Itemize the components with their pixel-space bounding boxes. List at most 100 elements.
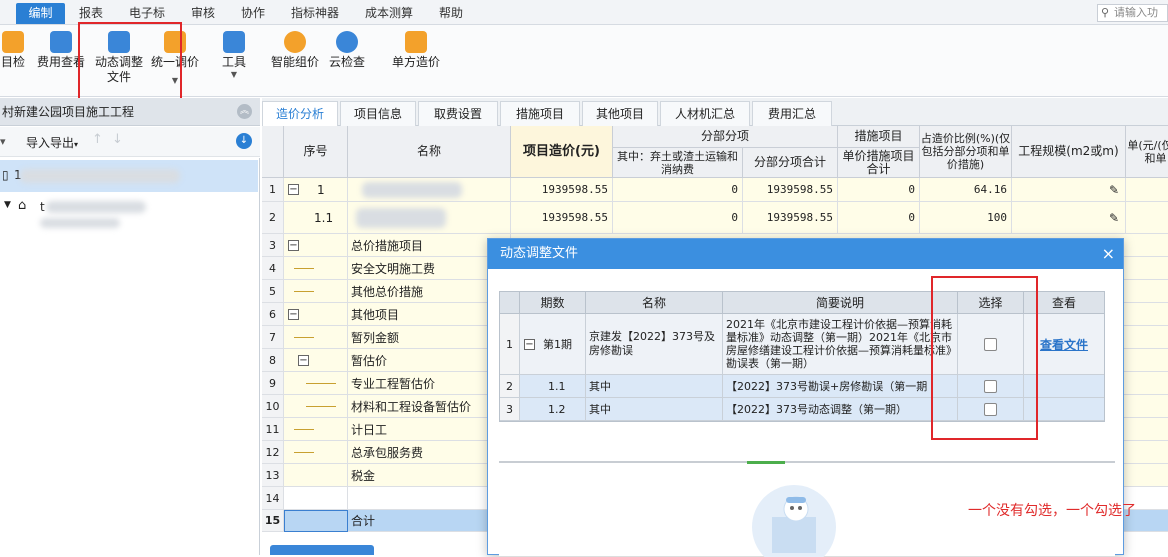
view-file-link[interactable]: 查看文件 (1040, 336, 1088, 353)
chevron-down-icon[interactable]: ▾ (0, 135, 6, 148)
header-sub-total: 分部分项合计 (743, 148, 838, 178)
seq-cell (284, 418, 348, 441)
tab-other-items[interactable]: 其他项目 (582, 101, 658, 126)
desc-cell: 2021年《北京市建设工程计价依据—预算消耗量标准》动态调整（第一期）2021年… (723, 314, 958, 375)
tree-item-project[interactable]: ▯ 1 (0, 160, 258, 192)
desc-cell: 【2022】373号动态调整（第一期） (723, 398, 958, 421)
row-number: 3 (262, 234, 284, 257)
collapse-icon[interactable]: ︽ (237, 104, 252, 119)
dynamic-adjust-label-2: 文件 (106, 70, 131, 84)
download-icon[interactable]: ↓ (236, 133, 252, 149)
header-scale: 工程规模(m2或m) (1012, 126, 1126, 178)
edit-icon[interactable]: ✎ (1109, 183, 1119, 197)
tab-project-info[interactable]: 项目信息 (340, 101, 416, 126)
row-number: 1 (500, 314, 520, 375)
unit-cost-label: 单方造价 (391, 55, 440, 69)
seq-cell (284, 464, 348, 487)
tree-item-unit[interactable]: ▼ ⌂ t (0, 192, 258, 228)
empty-box-illustration (752, 485, 836, 557)
header-view: 查看 (1024, 292, 1104, 314)
select-cell (958, 314, 1024, 375)
measure-cell: 0 (838, 202, 920, 234)
seq-cell: − (284, 234, 348, 257)
chevron-down-icon[interactable]: ▼ (214, 70, 254, 79)
menu-item-review[interactable]: 审核 (184, 3, 222, 24)
measure-cell: 0 (838, 178, 920, 202)
unit-cost-button[interactable]: 单方造价 (388, 31, 444, 70)
dialog-title-bar: 动态调整文件 × (488, 239, 1123, 269)
select-checkbox[interactable] (984, 379, 997, 393)
ratio-cell: 100 (920, 202, 1012, 234)
close-icon[interactable]: × (1102, 239, 1115, 269)
edit-icon[interactable]: ✎ (1109, 211, 1119, 225)
collapse-icon[interactable]: − (524, 338, 535, 350)
table-row[interactable]: 1 −1 1939598.55 0 1939598.55 0 64.16 ✎ (262, 178, 1168, 202)
table-row[interactable]: 2 1.1 1939598.55 0 1939598.55 0 100 ✎ (262, 202, 1168, 234)
period-cell: 1.1 (520, 375, 586, 398)
header-earth-fee: 其中：弃土或渣土运输和消纳费 (613, 148, 743, 178)
scale-cell[interactable]: ✎ (1012, 202, 1126, 234)
seq-cell[interactable] (284, 510, 348, 532)
project-title-bar: 村新建公园项目施工工程 ︽ (0, 98, 260, 126)
view-cell: 查看文件 (1024, 314, 1104, 375)
search-input[interactable]: ⚲ 请输入功 (1097, 4, 1168, 22)
cost-view-icon (50, 31, 72, 53)
menu-item-edit[interactable]: 编制 (16, 3, 65, 24)
unit-price-cell (1126, 202, 1168, 234)
collapse-icon[interactable]: − (288, 184, 299, 195)
chevron-down-icon[interactable]: ▼ (150, 76, 200, 85)
menu-item-collab[interactable]: 协作 (234, 3, 272, 24)
select-cell (958, 375, 1024, 398)
row-number: 2 (500, 375, 520, 398)
cost-view-label: 费用查看 (36, 55, 85, 69)
collapse-icon[interactable]: − (288, 308, 299, 320)
collapse-icon[interactable]: − (298, 354, 309, 366)
wrench-icon (223, 31, 245, 53)
row-number: 3 (500, 398, 520, 421)
select-checkbox[interactable] (984, 402, 997, 416)
header-sub-section: 分部分项 (613, 126, 838, 148)
search-placeholder: 请输入功 (1114, 6, 1158, 19)
tab-measures[interactable]: 措施项目 (500, 101, 580, 126)
arrow-up-icon[interactable]: ↑ (92, 132, 103, 147)
select-checkbox[interactable] (984, 337, 997, 351)
seq-cell: 1.1 (284, 202, 348, 234)
green-marker (747, 461, 785, 464)
tools-button[interactable]: 工具 ▼ (214, 31, 254, 79)
period-cell: 1.2 (520, 398, 586, 421)
tab-fee-settings[interactable]: 取费设置 (418, 101, 498, 126)
collapse-icon[interactable]: − (288, 239, 299, 251)
seq-cell: − (284, 303, 348, 326)
unified-price-button[interactable]: 统一调价 ▼ (150, 31, 200, 85)
cloud-check-button[interactable]: 云检查 (326, 31, 368, 70)
seq-cell (284, 372, 348, 395)
tab-labor-material[interactable]: 人材机汇总 (660, 101, 750, 126)
header-name: 名称 (586, 292, 723, 314)
seq-cell (284, 395, 348, 418)
header-corner (500, 292, 520, 314)
self-check-button[interactable]: 目检 (0, 31, 30, 70)
tab-fee-summary[interactable]: 费用汇总 (752, 101, 832, 126)
menu-item-index-tool[interactable]: 指标神器 (284, 3, 346, 24)
arrow-down-icon[interactable]: ↓ (112, 132, 123, 147)
home-icon: ⌂ (18, 198, 27, 213)
tab-cost-analysis[interactable]: 造价分析 (262, 101, 338, 126)
import-export-button[interactable]: 导入导出▾ (26, 134, 78, 151)
menu-item-cost-estimate[interactable]: 成本测算 (358, 3, 420, 24)
row-number: 11 (262, 418, 284, 441)
menu-item-report[interactable]: 报表 (72, 3, 110, 24)
dynamic-adjust-icon (108, 31, 130, 53)
scale-cell[interactable]: ✎ (1012, 178, 1126, 202)
menu-item-help[interactable]: 帮助 (432, 3, 470, 24)
smart-pricing-button[interactable]: 智能组价 (268, 31, 322, 70)
header-period: 期数 (520, 292, 586, 314)
header-desc: 简要说明 (723, 292, 958, 314)
cost-cell: 1939598.55 (511, 202, 613, 234)
menu-item-e-bid[interactable]: 电子标 (122, 3, 172, 24)
expand-icon[interactable]: ▼ (4, 200, 11, 210)
dynamic-adjust-file-button[interactable]: 动态调整 文件 (94, 31, 144, 85)
view-cell (1024, 375, 1104, 398)
earth-fee-cell: 0 (613, 178, 743, 202)
cost-view-button[interactable]: 费用查看 (36, 31, 86, 70)
bottom-button[interactable] (270, 545, 374, 555)
